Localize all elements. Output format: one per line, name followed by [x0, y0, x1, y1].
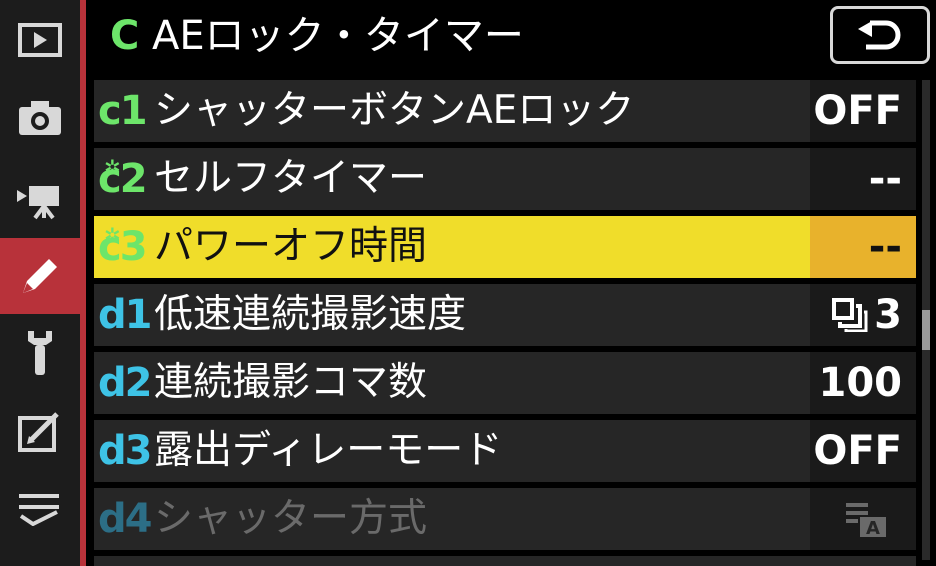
movie-shooting-menu-tab[interactable]	[0, 164, 80, 232]
menu-row-c3[interactable]: ✲ c3 パワーオフ時間 --	[94, 216, 916, 278]
my-menu-tab[interactable]	[0, 474, 80, 542]
row-value: --	[868, 224, 902, 270]
row-value: OFF	[813, 88, 902, 134]
menu-row-c2[interactable]: ✲ c2 セルフタイマー --	[94, 148, 916, 210]
row-value-box: OFF	[810, 420, 916, 482]
row-value-box: --	[810, 216, 916, 278]
menu-row-partial	[94, 556, 916, 566]
my-menu-icon	[19, 494, 59, 526]
row-value: OFF	[813, 428, 902, 474]
shutter-type-auto-icon: A	[846, 503, 886, 539]
menu-row-d1[interactable]: d1 低速連続撮影速度 3	[94, 284, 916, 346]
retouch-menu-tab[interactable]	[0, 398, 80, 466]
row-value-box: --	[810, 148, 916, 210]
row-value: --	[868, 156, 902, 202]
back-button[interactable]	[830, 6, 930, 64]
row-value-box: 3	[810, 284, 916, 346]
playback-menu-tab[interactable]	[0, 6, 80, 74]
menu-header: C AEロック・タイマー	[86, 0, 936, 74]
row-code: c1	[98, 88, 148, 134]
row-label: 連続撮影コマ数	[154, 360, 428, 405]
modified-asterisk-icon: ✲	[104, 223, 121, 247]
row-label: 低速連続撮影速度	[154, 292, 467, 337]
return-arrow-icon	[858, 20, 901, 50]
menu-row-d2[interactable]: d2 連続撮影コマ数 100	[94, 352, 916, 414]
menu-sidebar	[0, 0, 80, 566]
row-value: 100	[818, 360, 903, 406]
menu-row-c1[interactable]: c1 シャッターボタンAEロック OFF	[94, 80, 916, 142]
camera-icon	[19, 101, 61, 135]
row-code: d4	[98, 496, 152, 542]
wrench-icon	[28, 331, 52, 375]
continuous-low-icon	[832, 298, 868, 332]
setup-menu-tab[interactable]	[0, 318, 80, 386]
row-code: ✲ c3	[98, 220, 152, 274]
modified-asterisk-icon: ✲	[104, 155, 121, 179]
sidebar-active-border	[80, 0, 86, 566]
custom-settings-menu-tab[interactable]	[0, 238, 80, 314]
play-icon	[18, 23, 62, 57]
row-label: セルフタイマー	[154, 156, 428, 201]
row-value-box: OFF	[810, 80, 916, 142]
scrollbar-thumb[interactable]	[922, 310, 930, 350]
row-value-box: 100	[810, 352, 916, 414]
row-code: d2	[98, 360, 152, 406]
movie-camera-icon	[17, 186, 59, 220]
row-value: 3	[874, 292, 902, 338]
row-code: ✲ c2	[98, 152, 152, 206]
row-value-box: A	[810, 488, 916, 550]
menu-row-d4: d4 シャッター方式 A	[94, 488, 916, 550]
row-label: シャッター方式	[154, 496, 428, 541]
row-code: d3	[98, 428, 152, 474]
menu-group-letter: C	[110, 13, 140, 59]
pencil-icon	[23, 259, 57, 293]
row-label: パワーオフ時間	[154, 224, 428, 269]
scrollbar[interactable]	[922, 80, 930, 560]
retouch-icon	[18, 412, 59, 452]
row-code: d1	[98, 292, 152, 338]
svg-text:A: A	[866, 518, 880, 539]
photo-shooting-menu-tab[interactable]	[0, 84, 80, 152]
page-title: AEロック・タイマー	[152, 13, 524, 59]
row-label: 露出ディレーモード	[154, 428, 503, 473]
menu-row-d3[interactable]: d3 露出ディレーモード OFF	[94, 420, 916, 482]
row-label: シャッターボタンAEロック	[154, 88, 635, 133]
